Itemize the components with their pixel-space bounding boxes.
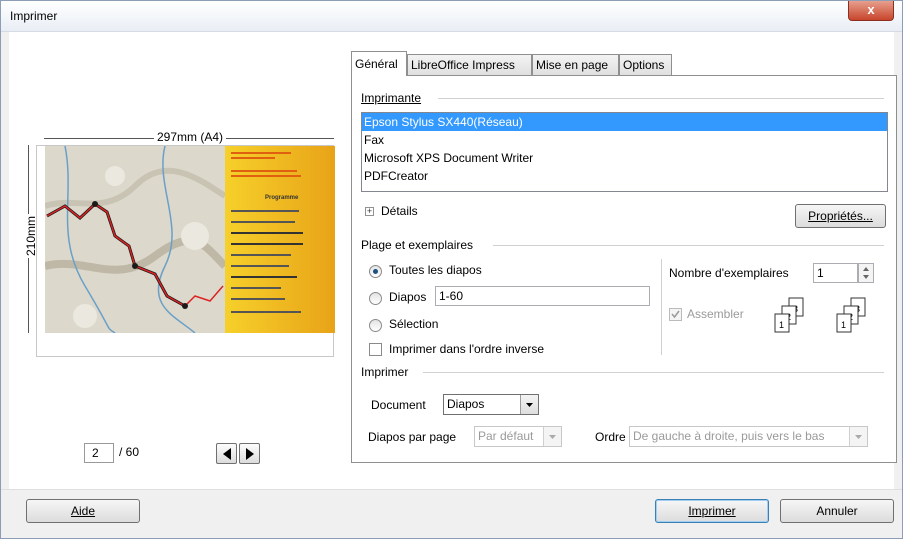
per-page-value: Par défaut	[478, 429, 534, 443]
printer-item-pdfcreator[interactable]: PDFCreator	[362, 167, 887, 185]
tab-page-layout[interactable]: Mise en page	[532, 54, 619, 75]
window-title: Imprimer	[10, 9, 58, 23]
order-label: Ordre	[595, 430, 626, 444]
tab-options[interactable]: Options	[619, 54, 672, 75]
details-toggle[interactable]: Détails	[381, 204, 418, 218]
printer-section-rule	[438, 98, 884, 99]
slide-title: Programme	[265, 195, 299, 201]
chevron-down-icon	[855, 435, 862, 439]
height-dimension: 210mm	[21, 145, 39, 333]
collate-label: Assembler	[687, 307, 744, 321]
per-page-select[interactable]: Par défaut	[474, 426, 562, 447]
range-section-rule	[493, 245, 884, 246]
slides-label[interactable]: Diapos	[389, 290, 426, 304]
selection-label[interactable]: Sélection	[389, 317, 438, 331]
width-label: 297mm (A4)	[154, 130, 227, 144]
radio-all-slides[interactable]	[369, 265, 382, 278]
check-icon	[671, 310, 680, 319]
print-section-rule	[423, 372, 884, 373]
close-icon: x	[867, 2, 875, 17]
printer-item-fax[interactable]: Fax	[362, 131, 887, 149]
properties-button[interactable]: Propriétés...	[795, 204, 886, 228]
document-value: Diapos	[447, 397, 485, 411]
chevron-down-icon	[549, 435, 556, 439]
svg-text:1: 1	[779, 320, 784, 330]
page-number-input[interactable]: 2	[84, 443, 114, 463]
copies-spinner[interactable]	[858, 263, 874, 283]
range-section-title: Plage et exemplaires	[361, 238, 474, 252]
slide-text-panel: Programme	[225, 146, 335, 333]
slide-preview: Programme	[36, 145, 335, 357]
range-separator	[661, 259, 662, 355]
collate-checkbox[interactable]	[669, 308, 682, 321]
copies-label: Nombre d'exemplaires	[669, 266, 789, 280]
document-select[interactable]: Diapos	[443, 394, 539, 415]
printer-item-epson[interactable]: Epson Stylus SX440(Réseau)	[362, 113, 887, 131]
title-bar: Imprimer x	[1, 1, 902, 32]
order-dropdown-arrow[interactable]	[849, 427, 867, 446]
radio-slides[interactable]	[369, 292, 382, 305]
map-image	[45, 146, 225, 333]
properties-button-label: Propriétés...	[808, 209, 873, 223]
arrow-left-icon	[223, 448, 231, 460]
print-section-title: Imprimer	[361, 365, 409, 379]
cancel-button[interactable]: Annuler	[780, 499, 894, 523]
svg-text:1: 1	[841, 320, 846, 330]
page-total: / 60	[119, 445, 140, 459]
order-value: De gauche à droite, puis vers le bas	[633, 429, 825, 443]
tab-libreoffice-impress[interactable]: LibreOffice Impress	[407, 54, 532, 75]
width-dimension: 297mm (A4)	[44, 130, 334, 144]
reverse-order-label[interactable]: Imprimer dans l'ordre inverse	[389, 342, 544, 356]
chevron-down-icon	[526, 403, 533, 407]
print-button-label: Imprimer	[688, 504, 736, 518]
help-button-label: Aide	[70, 504, 96, 518]
all-slides-label[interactable]: Toutes les diapos	[389, 263, 482, 277]
radio-selection[interactable]	[369, 319, 382, 332]
collate-pages-icon: 3 2 1	[774, 297, 804, 333]
next-page-button[interactable]	[239, 443, 260, 464]
cancel-button-label: Annuler	[816, 504, 858, 518]
tab-general[interactable]: Général	[351, 51, 407, 76]
copies-input[interactable]: 1	[813, 263, 858, 283]
reverse-order-checkbox[interactable]	[369, 343, 382, 356]
per-page-dropdown-arrow[interactable]	[543, 427, 561, 446]
per-page-label: Diapos par page	[368, 430, 457, 444]
order-select[interactable]: De gauche à droite, puis vers le bas	[629, 426, 868, 447]
previous-page-button[interactable]	[216, 443, 237, 464]
document-dropdown-arrow[interactable]	[520, 395, 538, 414]
print-button[interactable]: Imprimer	[655, 499, 769, 523]
collate-pages-icon-2: 3 2 1	[836, 297, 866, 333]
expand-plus-icon[interactable]: +	[365, 207, 374, 216]
arrow-right-icon	[246, 448, 254, 460]
printer-section-title: Imprimante	[361, 91, 422, 105]
printer-list[interactable]: Epson Stylus SX440(Réseau) Fax Microsoft…	[361, 112, 888, 192]
slides-range-input[interactable]: 1-60	[435, 286, 650, 306]
document-label: Document	[371, 398, 426, 412]
help-button[interactable]: Aide	[26, 499, 140, 523]
close-button[interactable]: x	[848, 1, 894, 21]
printer-section-header: Imprimante	[361, 91, 421, 105]
print-dialog: Imprimer x 297mm (A4) 210mm Programme 2 …	[0, 0, 903, 539]
spin-arrows-icon	[863, 267, 869, 279]
printer-item-xps[interactable]: Microsoft XPS Document Writer	[362, 149, 887, 167]
